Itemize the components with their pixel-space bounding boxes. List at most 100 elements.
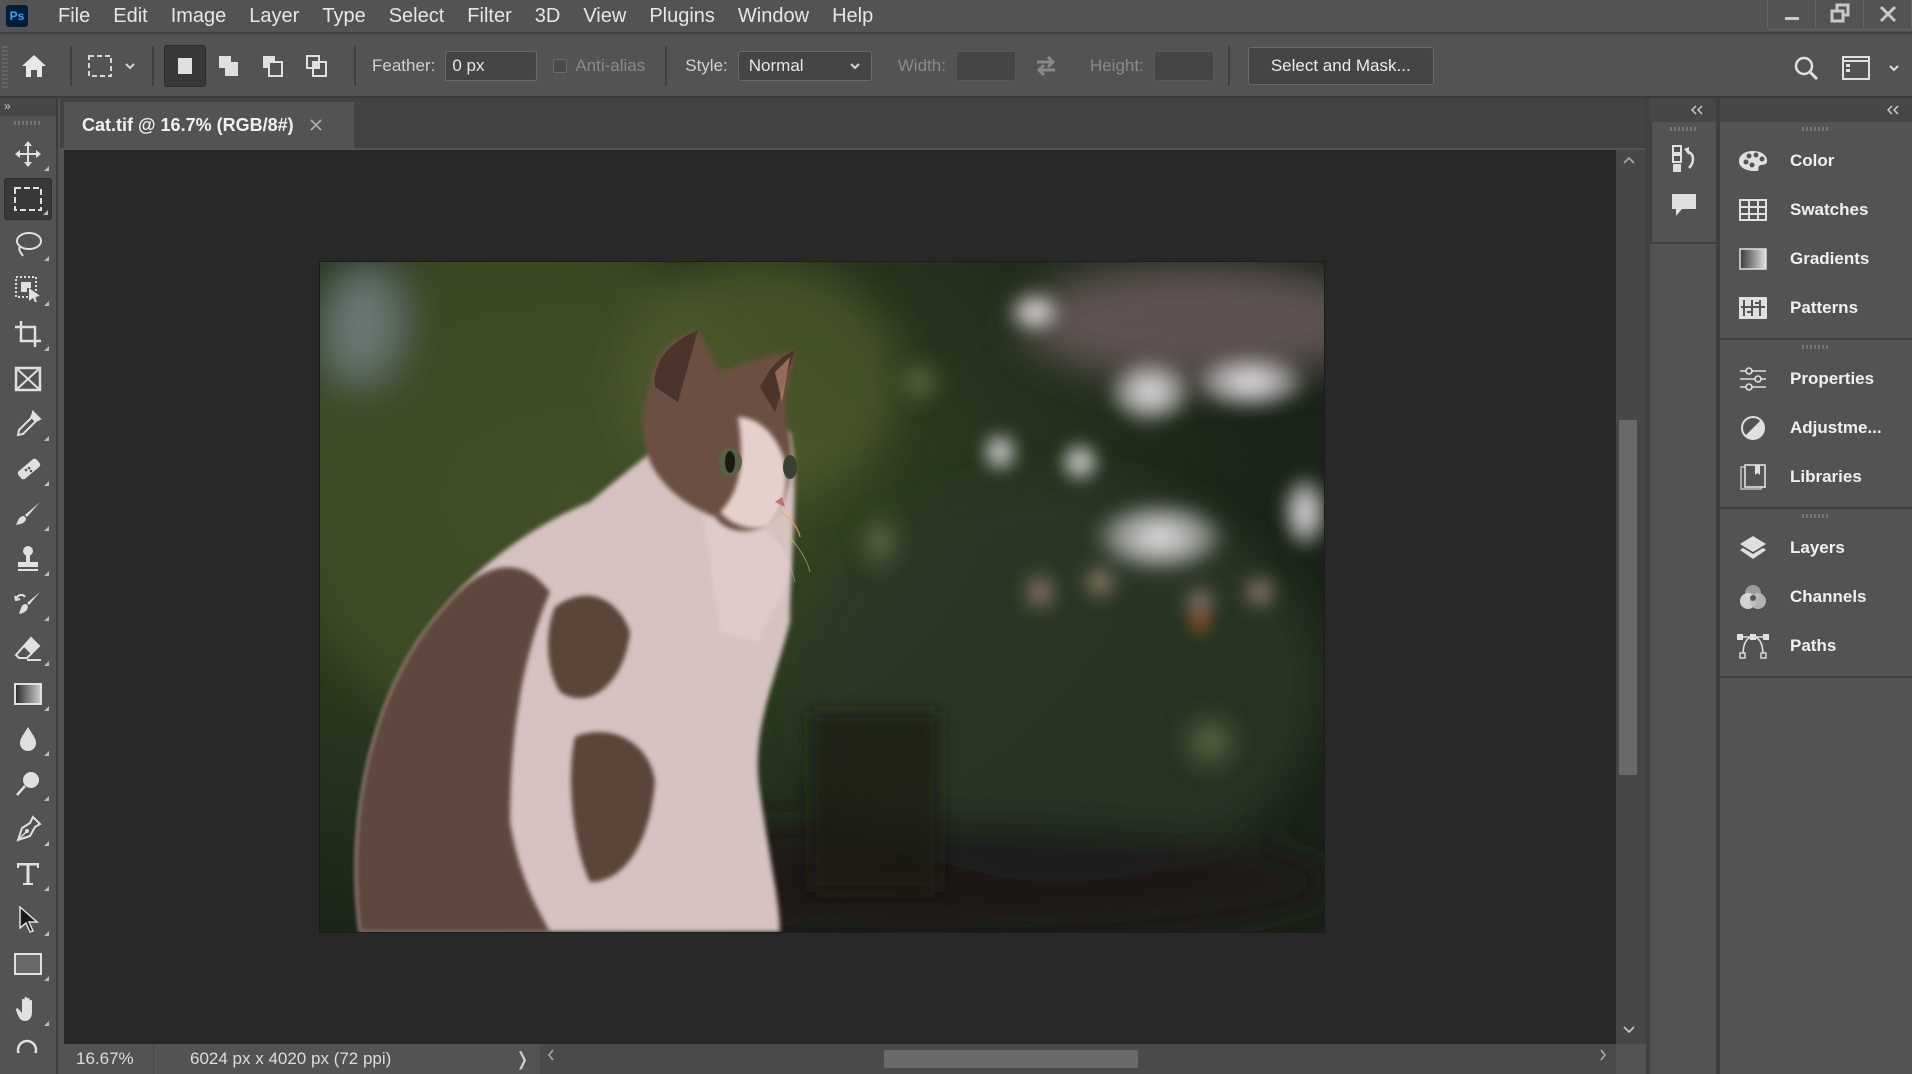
collapse-panel-dock-button[interactable] <box>1720 98 1912 122</box>
panel-gradients[interactable]: Gradients <box>1720 234 1912 283</box>
menu-3d[interactable]: 3D <box>535 5 561 28</box>
hand-tool[interactable] <box>4 988 52 1030</box>
panel-patterns[interactable]: Patterns <box>1720 283 1912 332</box>
comments-panel-button[interactable] <box>1652 182 1716 228</box>
panel-paths[interactable]: Paths <box>1720 621 1912 670</box>
collapse-icon-dock-button[interactable] <box>1650 98 1716 122</box>
scroll-left-icon[interactable] <box>546 1048 556 1067</box>
panel-channels[interactable]: Channels <box>1720 572 1912 621</box>
menu-help[interactable]: Help <box>832 5 873 28</box>
pen-tool[interactable] <box>4 808 52 850</box>
menu-type[interactable]: Type <box>322 5 365 28</box>
panel-layers[interactable]: Layers <box>1720 523 1912 572</box>
menu-file[interactable]: File <box>58 5 90 28</box>
path-selection-tool[interactable] <box>4 898 52 940</box>
brush-tool[interactable] <box>4 493 52 535</box>
scroll-up-icon[interactable] <box>1622 156 1636 166</box>
document-tab[interactable]: Cat.tif @ 16.7% (RGB/8#) <box>64 102 354 148</box>
panel-grip[interactable] <box>1720 509 1912 523</box>
tool-preset-picker[interactable] <box>82 54 118 78</box>
toolbar-grip[interactable] <box>0 116 56 130</box>
rectangle-tool[interactable] <box>4 943 52 985</box>
menu-filter[interactable]: Filter <box>467 5 511 28</box>
double-chevron-left-icon <box>1887 105 1899 115</box>
scroll-right-icon[interactable] <box>1598 1048 1608 1067</box>
add-to-selection-icon <box>219 56 238 76</box>
close-button[interactable] <box>1864 0 1912 28</box>
scroll-down-icon[interactable] <box>1622 1024 1636 1034</box>
vertical-scrollbar[interactable] <box>1616 150 1646 1044</box>
collapsed-panel-dock <box>1650 98 1718 1074</box>
menu-edit[interactable]: Edit <box>113 5 147 28</box>
dodge-tool[interactable] <box>4 763 52 805</box>
adjustments-icon <box>1736 415 1770 441</box>
height-input[interactable] <box>1153 51 1214 81</box>
paths-icon <box>1736 633 1770 659</box>
anti-alias-checkbox[interactable]: Anti-alias <box>553 56 655 76</box>
menu-window[interactable]: Window <box>738 5 809 28</box>
panel-swatches[interactable]: Swatches <box>1720 185 1912 234</box>
panel-grip[interactable] <box>1720 122 1912 136</box>
separator <box>70 46 72 86</box>
document-image[interactable] <box>320 262 1324 932</box>
menu-image[interactable]: Image <box>171 5 227 28</box>
panel-adjustments[interactable]: Adjustme... <box>1720 403 1912 452</box>
menu-select[interactable]: Select <box>389 5 445 28</box>
horizontal-scroll-thumb[interactable] <box>884 1050 1138 1068</box>
search-button[interactable] <box>1788 50 1824 86</box>
subtract-from-selection-button[interactable] <box>252 45 294 87</box>
crop-tool[interactable] <box>4 313 52 355</box>
separator <box>152 46 154 86</box>
vertical-scroll-thumb[interactable] <box>1619 420 1637 775</box>
new-selection-button[interactable] <box>164 45 206 87</box>
tool-preset-dropdown[interactable] <box>118 62 142 70</box>
style-select[interactable]: Normal <box>737 51 872 81</box>
options-bar-grip[interactable] <box>2 44 8 88</box>
rectangular-marquee-tool[interactable] <box>4 178 52 220</box>
restore-button[interactable] <box>1816 0 1864 28</box>
intersect-with-selection-button[interactable] <box>296 45 338 87</box>
eraser-icon <box>14 636 41 661</box>
healing-brush-icon <box>17 458 41 480</box>
feather-input[interactable]: 0 px <box>445 51 538 81</box>
workspace-dropdown[interactable] <box>1884 58 1904 78</box>
history-panel-button[interactable] <box>1652 136 1716 182</box>
select-and-mask-button[interactable]: Select and Mask... <box>1247 47 1434 85</box>
spot-healing-brush-tool[interactable] <box>4 448 52 490</box>
panel-properties[interactable]: Properties <box>1720 354 1912 403</box>
swap-width-height-button[interactable] <box>1016 53 1076 79</box>
type-tool[interactable] <box>4 853 52 895</box>
menu-plugins[interactable]: Plugins <box>649 5 715 28</box>
zoom-tool[interactable] <box>4 1033 52 1053</box>
close-document-button[interactable] <box>310 115 322 136</box>
anti-alias-checkbox-box[interactable] <box>553 59 568 73</box>
blur-tool[interactable] <box>4 718 52 760</box>
zoom-level[interactable]: 16.67% <box>60 1044 154 1074</box>
menu-view[interactable]: View <box>583 5 626 28</box>
add-to-selection-button[interactable] <box>208 45 250 87</box>
object-selection-tool[interactable] <box>4 268 52 310</box>
lasso-tool[interactable] <box>4 223 52 265</box>
gradient-icon <box>14 683 42 705</box>
panel-grip[interactable] <box>1720 340 1912 354</box>
history-brush-tool[interactable] <box>4 583 52 625</box>
panel-grip[interactable] <box>1652 122 1716 136</box>
clone-stamp-tool[interactable] <box>4 538 52 580</box>
horizontal-scrollbar[interactable] <box>540 1044 1616 1074</box>
menu-layer[interactable]: Layer <box>249 5 299 28</box>
status-info-menu-button[interactable]: ❭ <box>515 1049 530 1070</box>
minimize-button[interactable] <box>1768 0 1816 28</box>
double-chevron-left-icon <box>1691 105 1703 115</box>
panel-libraries[interactable]: Libraries <box>1720 452 1912 501</box>
home-button[interactable] <box>8 53 60 79</box>
canvas-area[interactable] <box>64 150 1616 1044</box>
gradient-tool[interactable] <box>4 673 52 715</box>
frame-tool[interactable] <box>4 358 52 400</box>
eyedropper-tool[interactable] <box>4 403 52 445</box>
panel-color[interactable]: Color <box>1720 136 1912 185</box>
workspace-button[interactable] <box>1838 50 1874 86</box>
eraser-tool[interactable] <box>4 628 52 670</box>
width-input[interactable] <box>955 51 1016 81</box>
expand-toolbar-button[interactable]: » <box>0 98 56 116</box>
move-tool[interactable] <box>4 133 52 175</box>
